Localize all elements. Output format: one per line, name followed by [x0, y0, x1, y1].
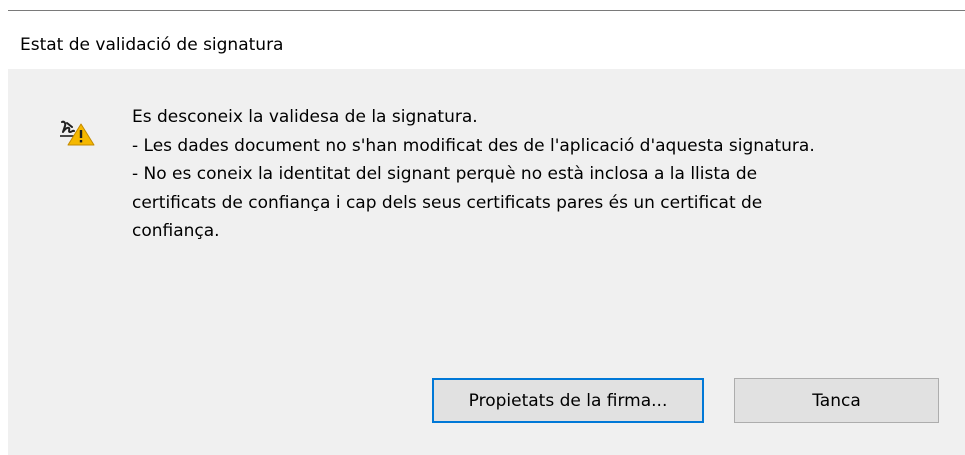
close-button[interactable]: Tanca: [734, 378, 939, 423]
dialog-title: Estat de validació de signatura: [20, 35, 284, 55]
message-line: certificats de confiança i cap dels seus…: [132, 192, 763, 213]
message-line: Es desconeix la validesa de la signatura…: [132, 107, 478, 127]
validation-message: Es desconeix la validesa de la signatura…: [132, 103, 952, 246]
signature-validation-dialog: Estat de validació de signatura Es desco…: [0, 0, 965, 455]
message-line: confiança.: [132, 221, 220, 241]
signature-properties-button[interactable]: Propietats de la firma...: [432, 378, 704, 423]
message-line: - Les dades document no s'han modificat …: [132, 135, 815, 156]
title-bar: Estat de validació de signatura: [8, 11, 965, 69]
message-line: - No es coneix la identitat del signant …: [132, 164, 758, 184]
dialog-body: Es desconeix la validesa de la signatura…: [8, 69, 965, 455]
signature-warning-icon: [59, 118, 99, 148]
